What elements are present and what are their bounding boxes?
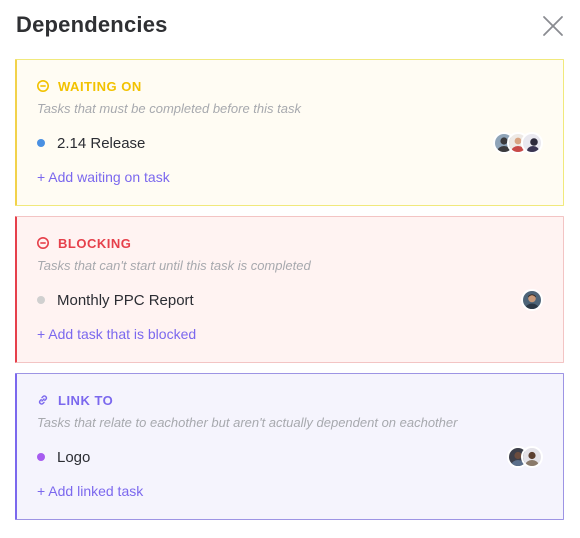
blocking-label: BLOCKING: [58, 235, 132, 251]
waiting-on-header: WAITING ON: [37, 78, 142, 94]
task-name[interactable]: 2.14 Release: [57, 135, 145, 152]
minus-circle-icon: [37, 80, 49, 92]
add-linked-task-link[interactable]: + Add linked task: [37, 483, 143, 499]
link-icon: [38, 395, 48, 405]
task-status-dot: [37, 453, 45, 461]
blocking-section: BLOCKING Tasks that can't start until th…: [15, 216, 564, 363]
link-to-section: LINK TO Tasks that relate to eachother b…: [15, 373, 564, 520]
assignee-avatars[interactable]: [507, 446, 543, 468]
waiting-on-label: WAITING ON: [58, 78, 142, 94]
assignee-avatars[interactable]: [521, 289, 543, 311]
avatar[interactable]: [521, 289, 543, 311]
link-to-description: Tasks that relate to eachother but aren'…: [37, 415, 458, 430]
close-icon[interactable]: [541, 14, 565, 38]
avatar[interactable]: [521, 132, 543, 154]
blocking-task-row[interactable]: Monthly PPC Report: [37, 289, 543, 311]
waiting-on-task-row[interactable]: 2.14 Release: [37, 132, 543, 154]
avatar[interactable]: [521, 446, 543, 468]
waiting-on-description: Tasks that must be completed before this…: [37, 101, 301, 116]
minus-circle-icon: [37, 237, 49, 249]
task-name[interactable]: Logo: [57, 449, 90, 466]
task-name[interactable]: Monthly PPC Report: [57, 292, 194, 309]
task-status-dot: [37, 139, 45, 147]
dialog-title: Dependencies: [16, 12, 168, 37]
link-to-label: LINK TO: [58, 392, 114, 408]
link-to-task-row[interactable]: Logo: [37, 446, 543, 468]
blocking-description: Tasks that can't start until this task i…: [37, 258, 311, 273]
add-blocked-task-link[interactable]: + Add task that is blocked: [37, 326, 196, 342]
blocking-header: BLOCKING: [37, 235, 131, 251]
add-waiting-on-task-link[interactable]: + Add waiting on task: [37, 169, 170, 185]
waiting-on-section: WAITING ON Tasks that must be completed …: [15, 59, 564, 206]
assignee-avatars[interactable]: [493, 132, 543, 154]
task-status-dot: [37, 296, 45, 304]
link-to-header: LINK TO: [37, 392, 113, 408]
